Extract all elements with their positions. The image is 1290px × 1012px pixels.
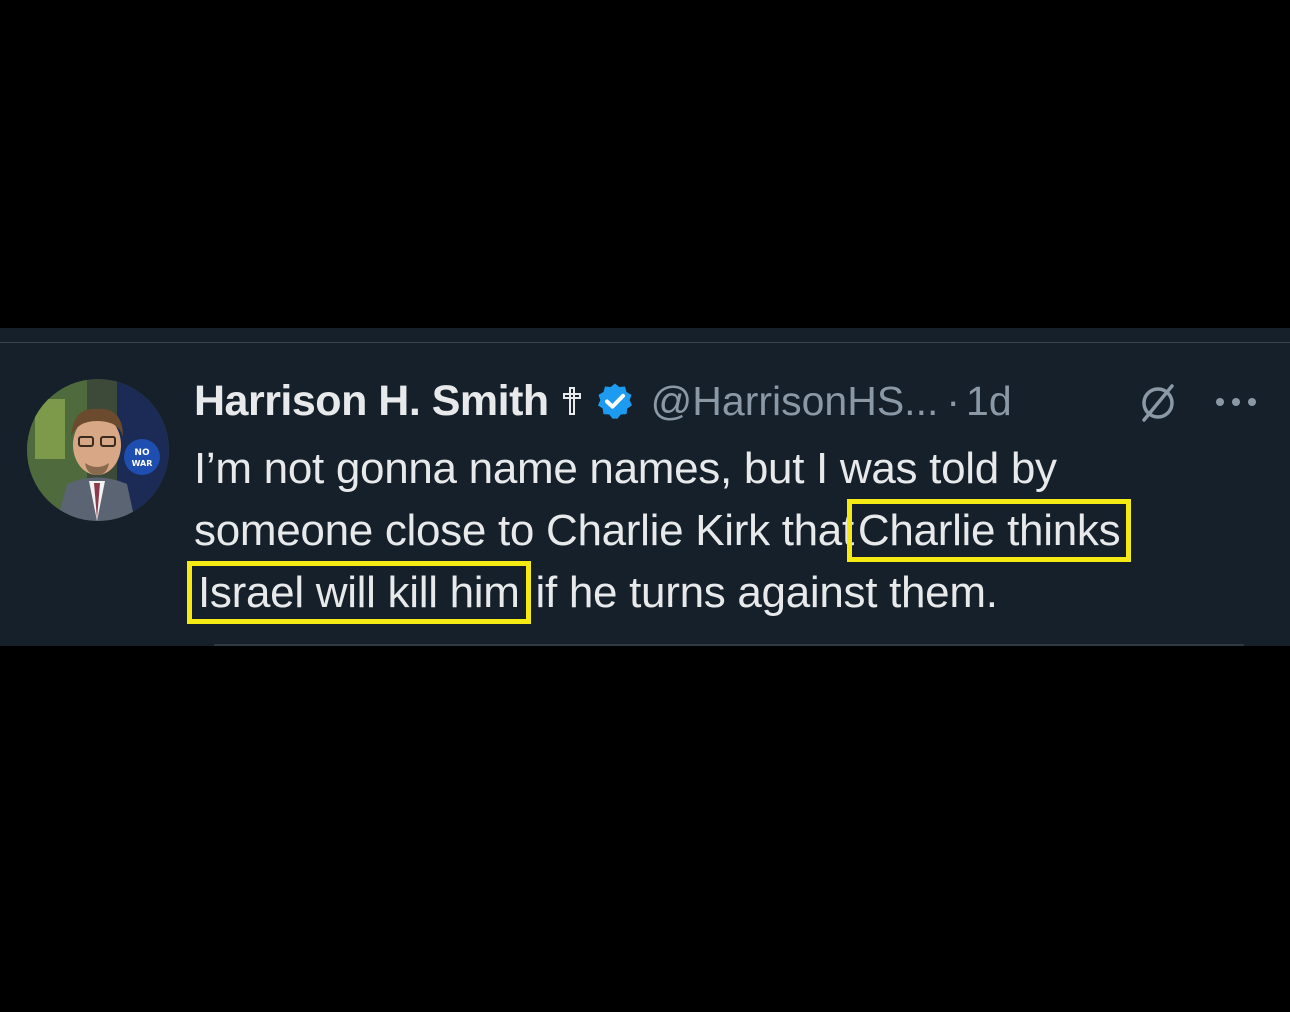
tweet-text: I’m not gonna name names, but I was told… — [187, 438, 1274, 624]
divider — [0, 342, 1290, 343]
media-card-edge — [214, 644, 1244, 646]
avatar-badge-line-1: NO — [134, 448, 150, 458]
tweet-header: Harrison H. Smith @HarrisonHS... · 1d — [194, 376, 1012, 426]
separator-dot: · — [946, 377, 961, 424]
tweet-text-segment: someone close to Charlie Kirk that — [194, 506, 854, 555]
highlight-box: Charlie thinks — [846, 499, 1132, 562]
verified-badge-icon[interactable] — [595, 381, 635, 421]
more-options-icon[interactable] — [1212, 390, 1260, 414]
avatar[interactable]: NO WAR — [27, 379, 169, 521]
tweet-text-line-2: someone close to Charlie Kirk thatCharli… — [194, 499, 1274, 562]
tweet-text-segment: if he turns against them. — [523, 568, 998, 617]
tweet-text-line-1: I’m not gonna name names, but I was told… — [194, 438, 1274, 500]
cross-icon — [562, 387, 581, 415]
timestamp[interactable]: 1d — [966, 378, 1012, 425]
user-handle[interactable]: @HarrisonHS... — [651, 378, 939, 425]
tweet-card[interactable]: NO WAR Harrison H. Smith @HarrisonHS... … — [0, 328, 1290, 646]
grok-icon[interactable] — [1136, 381, 1180, 425]
tweet-text-line-3: Israel will kill him if he turns against… — [187, 561, 1274, 624]
avatar-image: NO WAR — [27, 379, 169, 521]
highlight-box: Israel will kill him — [187, 561, 531, 624]
tweet-text-segment: I’m not gonna name names, but I was told… — [194, 444, 1057, 493]
avatar-badge-line-2: WAR — [132, 459, 153, 468]
display-name[interactable]: Harrison H. Smith — [194, 377, 549, 426]
